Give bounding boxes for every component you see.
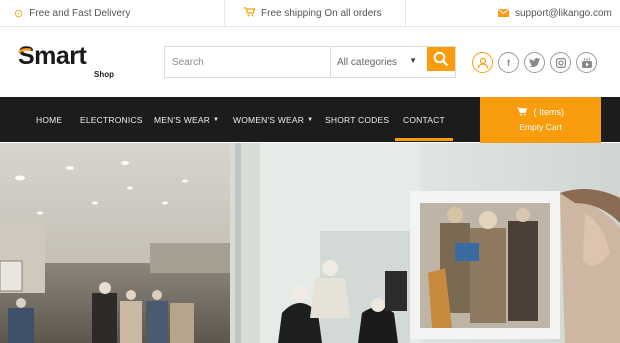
logo-main-text: Smart [18, 42, 87, 70]
header: Smart Shop All categories ▼ f [0, 28, 620, 97]
email-info[interactable]: support@likango.com [497, 0, 612, 27]
twitter-icon[interactable] [524, 52, 545, 73]
delivery-info: ⊙ Free and Fast Delivery [14, 0, 130, 27]
ok-circle-icon: ⊙ [14, 8, 24, 20]
logo[interactable]: Smart Shop [18, 42, 128, 86]
caret-down-icon: ▼ [213, 116, 220, 123]
cart-button[interactable]: ( Items) Empty Cart [480, 97, 601, 143]
divider [405, 0, 406, 27]
shipping-info: Free shipping On all orders [244, 0, 382, 27]
search-bar: All categories ▼ [164, 46, 456, 78]
nav-item-short-codes[interactable]: SHORT CODES [325, 97, 389, 142]
user-icon[interactable] [472, 52, 493, 73]
nav-item-label: SHORT CODES [325, 114, 390, 125]
category-select-value: All categories [337, 56, 398, 68]
cart-status: Empty Cart [519, 122, 562, 132]
hero-image [0, 143, 620, 343]
shipping-text: Free shipping On all orders [261, 8, 382, 19]
youtube-icon[interactable] [576, 52, 597, 73]
nav-item-mens-wear[interactable]: MEN'S WEAR ▼ [154, 97, 219, 142]
cart-count: ( Items) [480, 107, 601, 117]
cart-icon [244, 7, 256, 20]
social-links: f [472, 52, 602, 73]
envelope-icon [497, 8, 510, 20]
nav-item-label: HOME [36, 114, 63, 125]
nav-item-electronics[interactable]: ELECTRONICS [80, 97, 143, 142]
delivery-text: Free and Fast Delivery [29, 8, 131, 19]
nav-item-womens-wear[interactable]: WOMEN'S WEAR ▼ [233, 97, 313, 142]
instagram-icon[interactable] [550, 52, 571, 73]
logo-sub-text: Shop [94, 70, 114, 79]
cart-icon [517, 107, 528, 116]
category-select[interactable]: All categories ▼ [331, 47, 427, 77]
nav-item-label: WOMEN'S WEAR [233, 114, 305, 125]
search-input[interactable] [165, 47, 330, 77]
hero-banner [0, 143, 620, 343]
top-bar: ⊙ Free and Fast Delivery Free shipping O… [0, 0, 620, 27]
logo-accent-icon [18, 48, 32, 54]
search-icon [433, 51, 449, 67]
nav-item-home[interactable]: HOME [36, 97, 62, 142]
chevron-down-icon: ▼ [409, 56, 417, 65]
nav-item-label: MEN'S WEAR [154, 114, 211, 125]
search-button[interactable] [427, 47, 455, 71]
facebook-icon[interactable]: f [498, 52, 519, 73]
caret-down-icon: ▼ [307, 116, 314, 123]
divider [224, 0, 225, 27]
nav-item-label: CONTACT [403, 114, 445, 125]
nav-item-contact[interactable]: CONTACT [395, 97, 453, 142]
nav-item-label: ELECTRONICS [80, 114, 143, 125]
email-link[interactable]: support@likango.com [515, 8, 612, 19]
cart-items-text: ( Items) [533, 107, 565, 117]
